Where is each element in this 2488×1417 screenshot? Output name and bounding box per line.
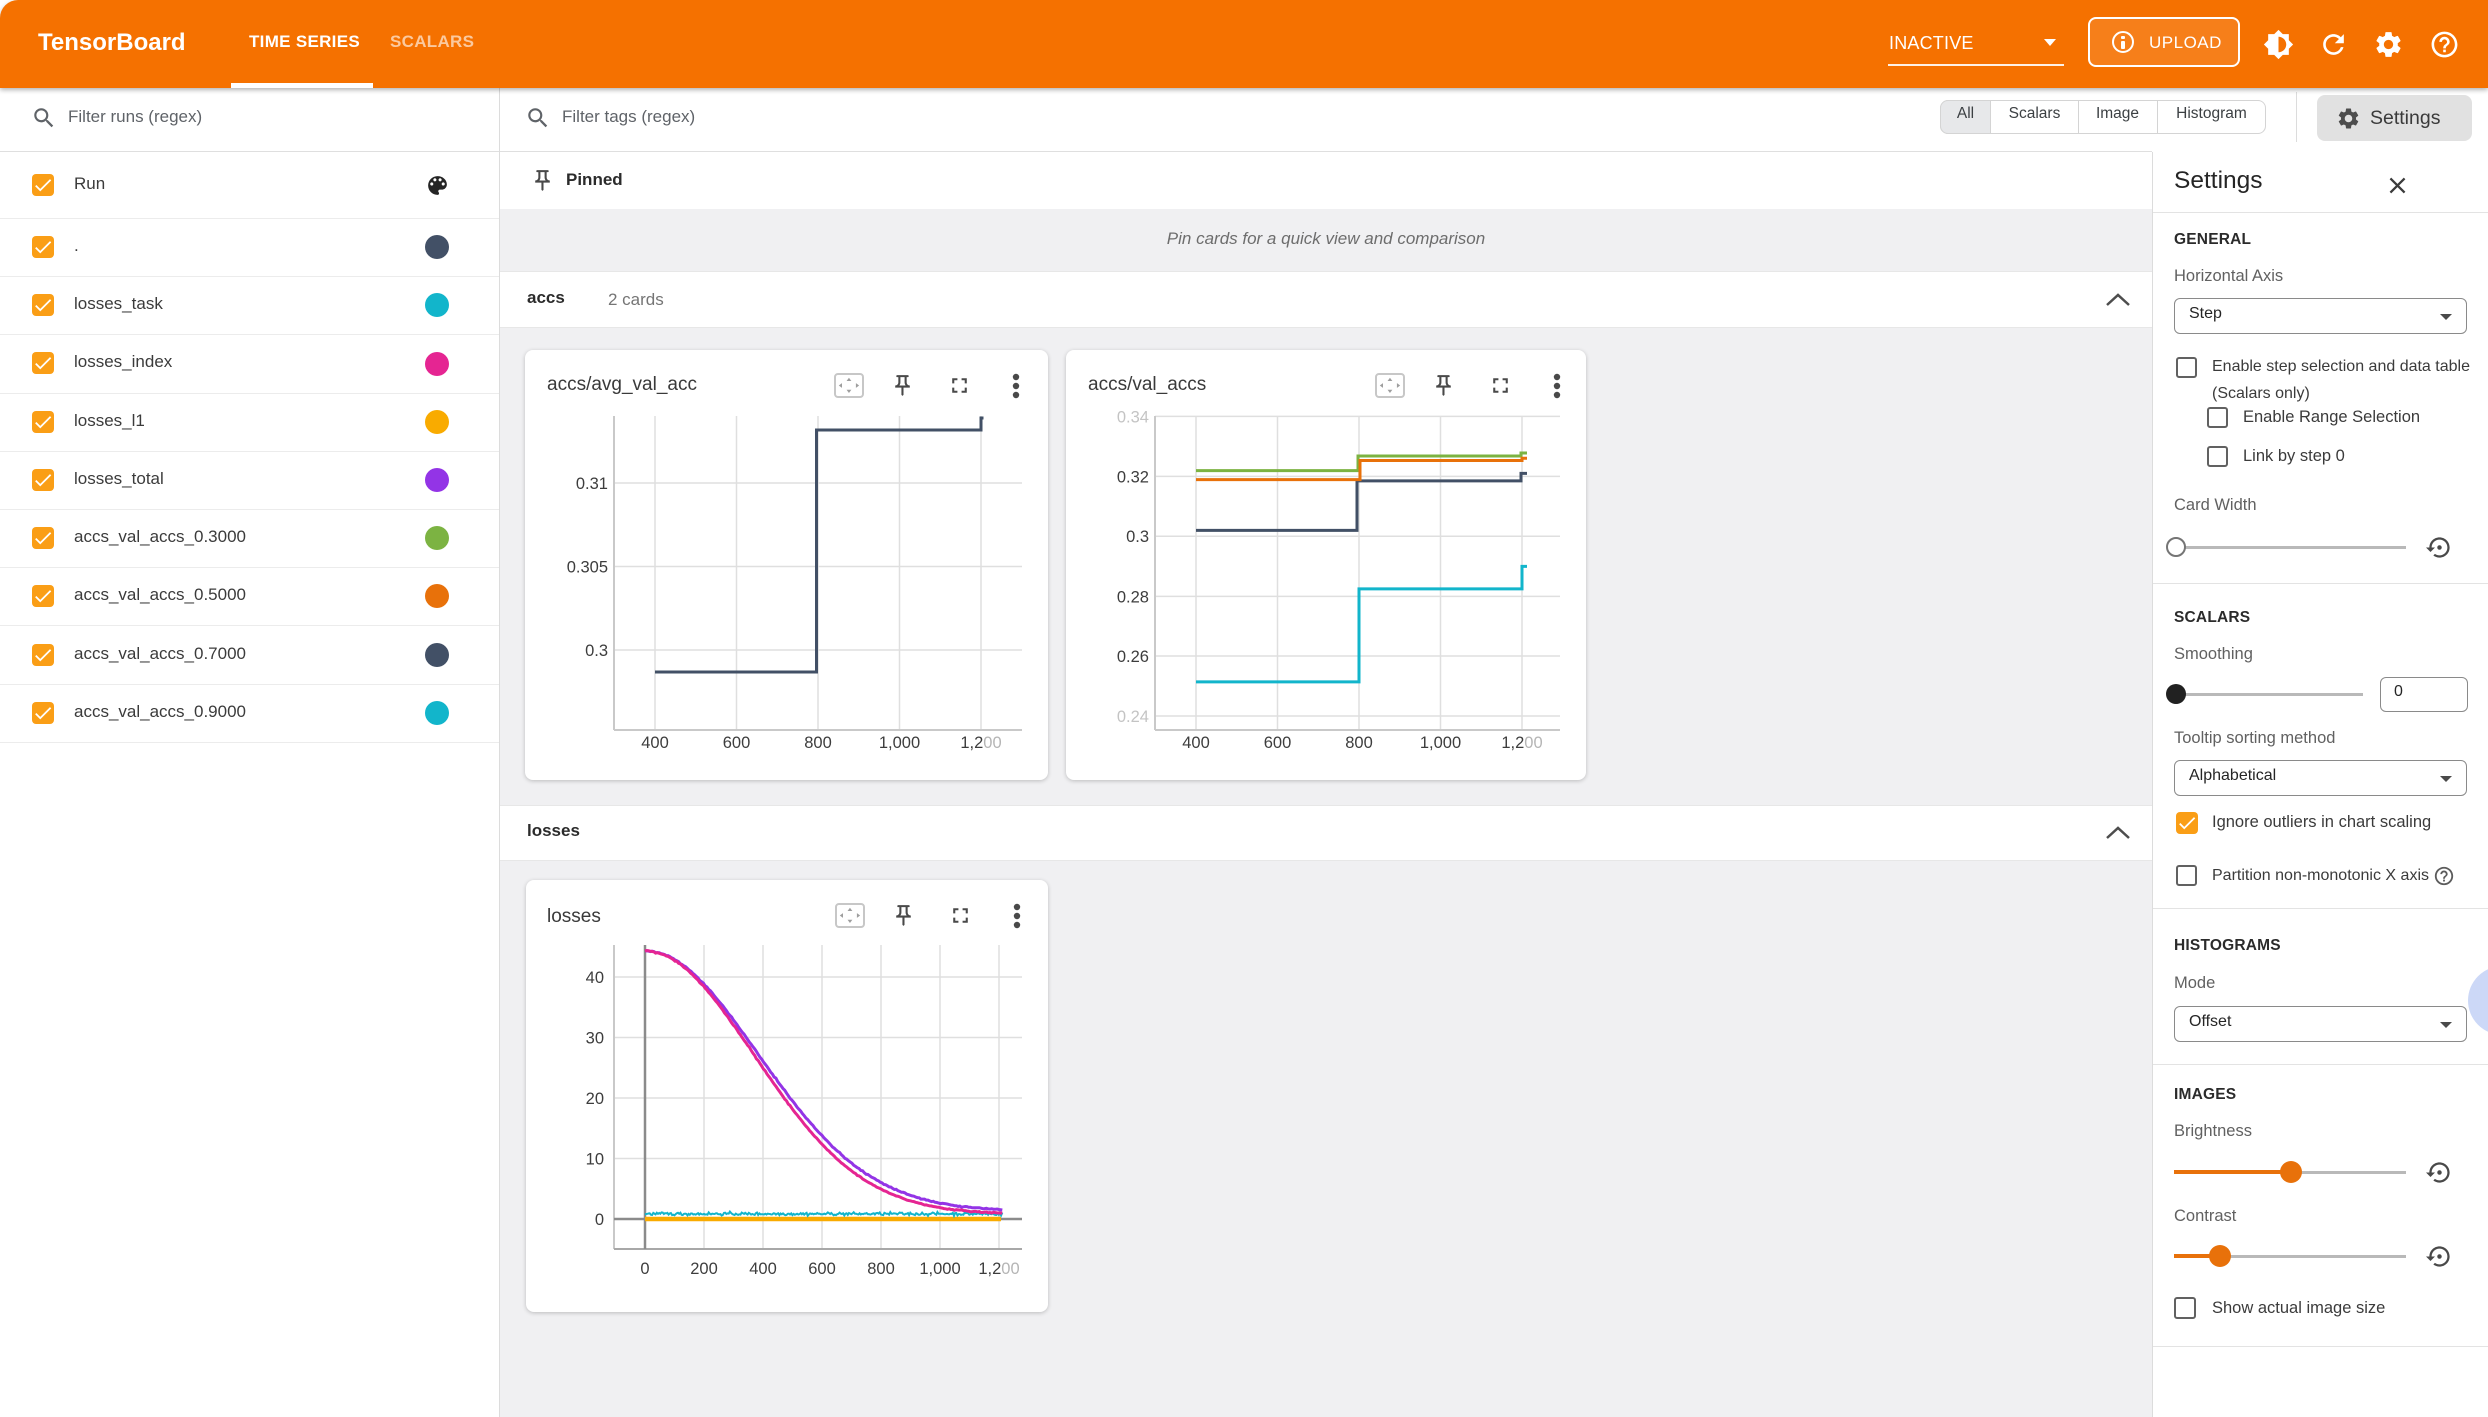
svg-text:200: 200	[690, 1260, 718, 1278]
svg-text:400: 400	[1182, 734, 1210, 752]
svg-text:800: 800	[1345, 734, 1373, 752]
svg-text:0.31: 0.31	[576, 475, 608, 493]
svg-text:0.26: 0.26	[1117, 648, 1149, 666]
svg-text:0.28: 0.28	[1117, 588, 1149, 606]
svg-text:0: 0	[640, 1260, 649, 1278]
svg-text:800: 800	[867, 1260, 895, 1278]
svg-text:30: 30	[586, 1030, 604, 1048]
svg-text:1,000: 1,000	[919, 1260, 960, 1278]
svg-text:1,000: 1,000	[879, 734, 920, 752]
svg-text:10: 10	[586, 1151, 604, 1169]
svg-text:600: 600	[723, 734, 751, 752]
svg-text:600: 600	[808, 1260, 836, 1278]
svg-text:20: 20	[586, 1090, 604, 1108]
svg-text:0.24: 0.24	[1117, 708, 1149, 726]
svg-text:1,000: 1,000	[1420, 734, 1461, 752]
svg-text:600: 600	[1264, 734, 1292, 752]
svg-text:40: 40	[586, 969, 604, 987]
svg-text:1,200: 1,200	[960, 734, 1001, 752]
svg-text:1,200: 1,200	[978, 1260, 1019, 1278]
svg-text:400: 400	[749, 1260, 777, 1278]
svg-text:0.34: 0.34	[1117, 408, 1149, 426]
svg-text:800: 800	[804, 734, 832, 752]
svg-text:0.3: 0.3	[1126, 528, 1149, 546]
svg-text:1,200: 1,200	[1501, 734, 1542, 752]
svg-text:400: 400	[641, 734, 669, 752]
svg-text:0.305: 0.305	[567, 559, 608, 577]
svg-text:0.3: 0.3	[585, 642, 608, 660]
svg-text:0.32: 0.32	[1117, 468, 1149, 486]
svg-text:0: 0	[595, 1211, 604, 1229]
